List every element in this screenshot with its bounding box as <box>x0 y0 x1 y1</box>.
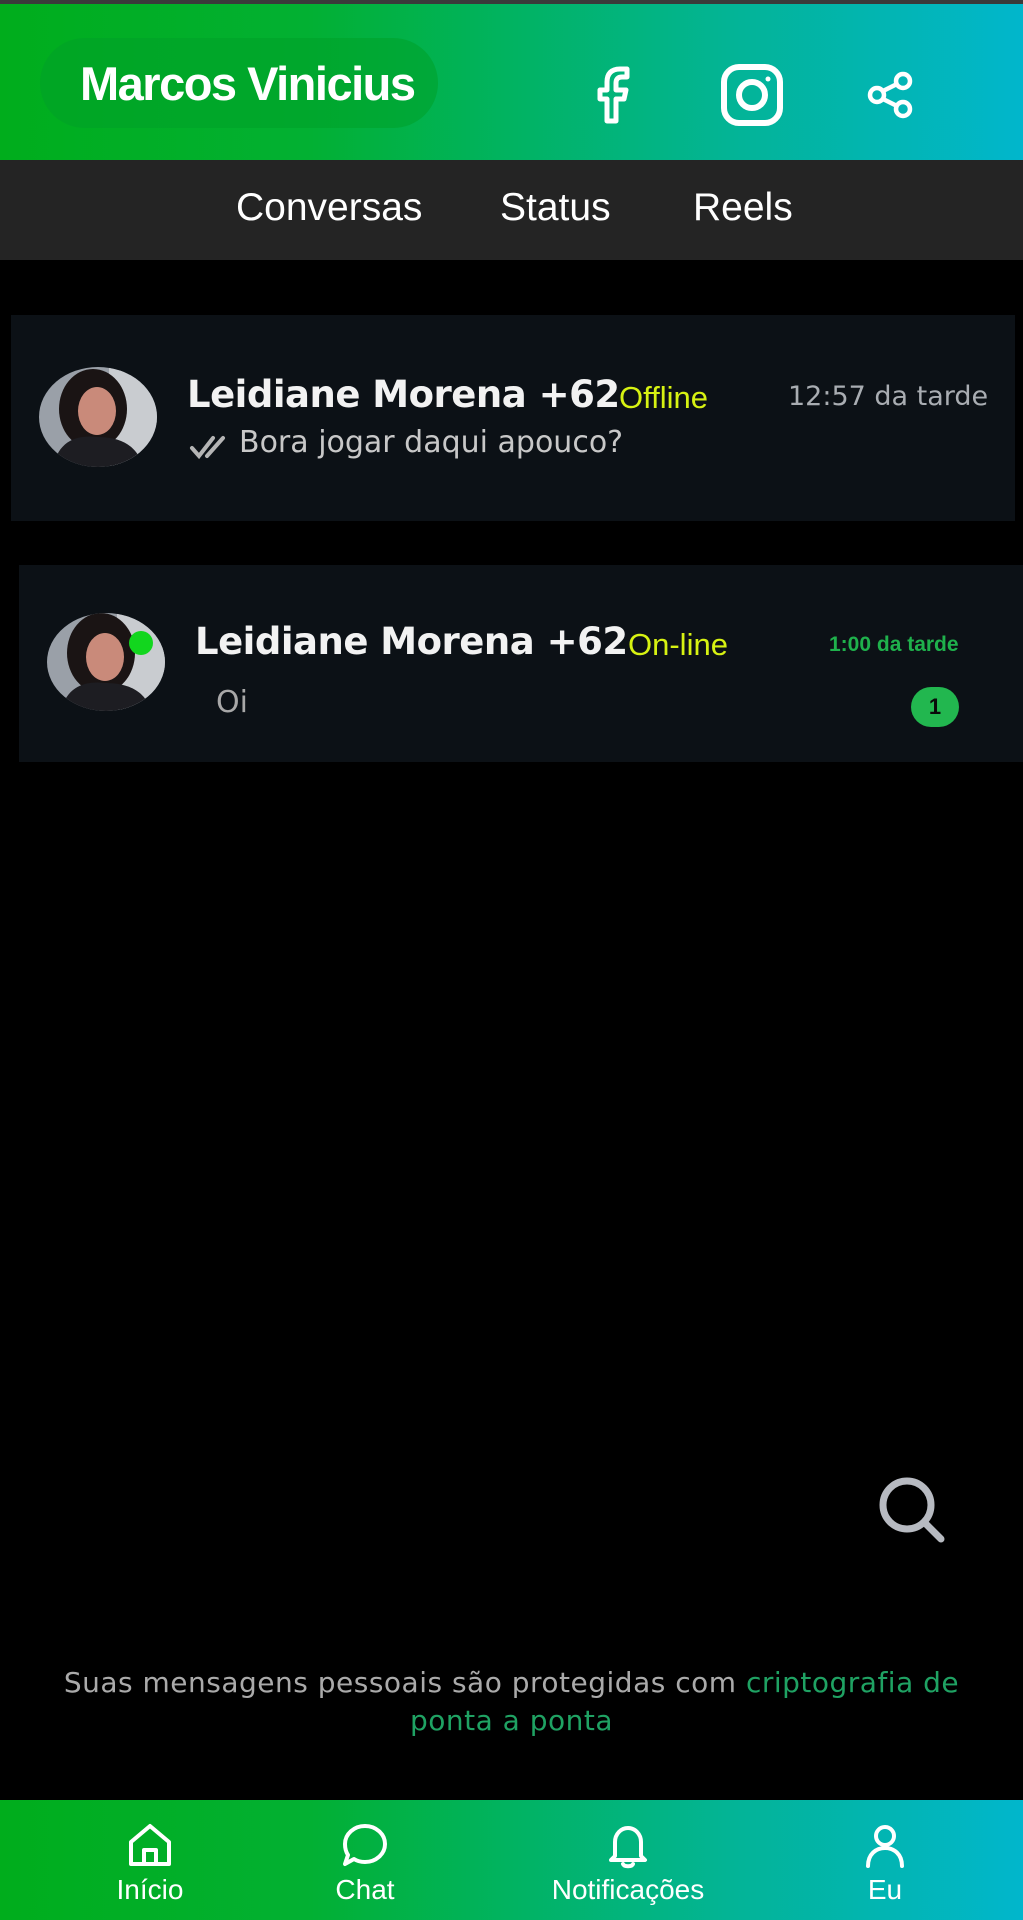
bell-icon <box>609 1826 647 1869</box>
avatar <box>47 613 165 711</box>
chat-list-item[interactable]: Leidiane Morena +62 Offline 12:57 da tar… <box>11 315 1015 521</box>
app-header: Marcos Vinicius <box>0 4 1023 160</box>
nav-notificacoes[interactable]: Notificações <box>538 1800 718 1920</box>
message-time: 1:00 da tarde <box>829 633 959 656</box>
message-preview: Oi <box>216 685 248 720</box>
encryption-text: Suas mensagens pessoais são protegidas c… <box>63 1666 746 1699</box>
nav-eu[interactable]: Eu <box>835 1800 935 1920</box>
tab-reels[interactable]: Reels <box>693 186 793 230</box>
nav-chat[interactable]: Chat <box>315 1800 415 1920</box>
chat-list-item[interactable]: Leidiane Morena +62 On-line 1:00 da tard… <box>19 565 1023 762</box>
double-check-icon <box>190 436 225 460</box>
chat-bubble-icon <box>343 1824 387 1866</box>
nav-label: Chat <box>335 1874 395 1905</box>
facebook-icon[interactable] <box>576 59 648 131</box>
message-preview: Bora jogar daqui apouco? <box>239 425 624 460</box>
nav-label: Eu <box>867 1874 903 1905</box>
contact-name: Leidiane Morena +62 <box>187 373 620 416</box>
encryption-notice: Suas mensagens pessoais são protegidas c… <box>30 1664 993 1740</box>
message-time: 12:57 da tarde <box>788 381 989 412</box>
instagram-icon[interactable] <box>716 59 788 131</box>
avatar <box>39 367 157 467</box>
search-icon[interactable] <box>876 1474 948 1546</box>
online-indicator <box>129 631 153 655</box>
contact-status: On-line <box>628 627 728 662</box>
tab-bar: Conversas Status Reels <box>0 160 1023 260</box>
contact-name: Leidiane Morena +62 <box>195 620 628 663</box>
nav-label: Início <box>116 1874 184 1905</box>
nav-inicio[interactable]: Início <box>100 1800 200 1920</box>
bottom-nav: Início Chat Notificações Eu <box>0 1800 1023 1920</box>
nav-label: Notificações <box>551 1874 705 1905</box>
home-icon <box>129 1824 171 1866</box>
share-icon[interactable] <box>855 59 927 131</box>
tab-conversas[interactable]: Conversas <box>236 186 422 230</box>
unread-badge: 1 <box>911 687 959 727</box>
tab-status[interactable]: Status <box>500 186 611 230</box>
contact-status: Offline <box>619 380 709 415</box>
profile-name[interactable]: Marcos Vinicius <box>40 38 438 128</box>
user-icon <box>866 1825 904 1868</box>
